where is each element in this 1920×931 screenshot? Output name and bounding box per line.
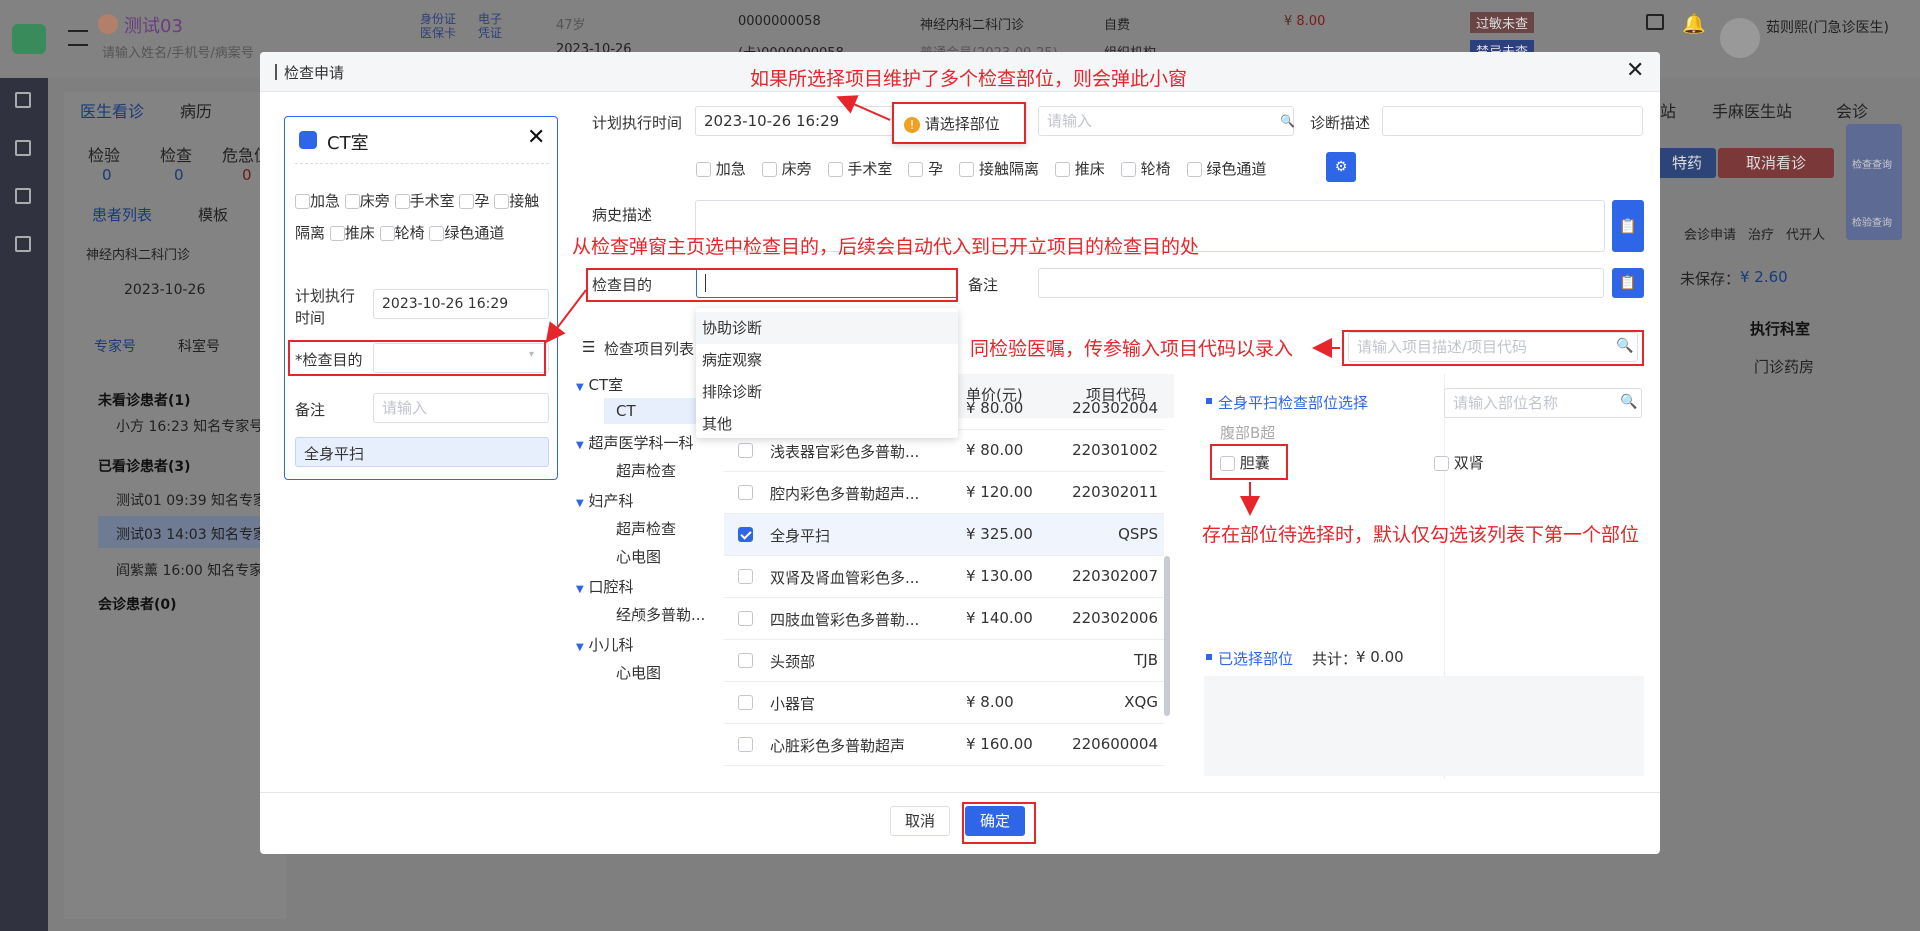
arrow-to-popup-purpose bbox=[545, 289, 587, 344]
arrow-to-popup bbox=[836, 95, 891, 121]
annotation-arrows bbox=[545, 95, 1340, 516]
